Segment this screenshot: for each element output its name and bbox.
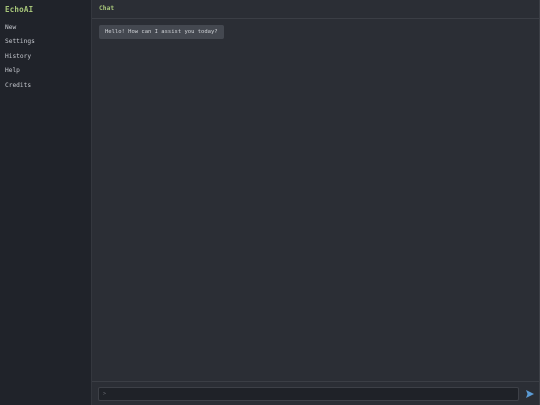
brand-title: EchoAI: [5, 5, 34, 14]
composer: [92, 381, 540, 405]
sidebar-item-history[interactable]: History: [5, 53, 31, 60]
sidebar-item-settings[interactable]: Settings: [5, 38, 35, 45]
sidebar-item-credits[interactable]: Credits: [5, 82, 31, 89]
send-arrow-icon: [526, 390, 534, 398]
chat-messages: Hello! How can I assist you today?: [92, 20, 540, 381]
message-input[interactable]: [98, 387, 519, 401]
app-window: EchoAI New Settings History Help Credits…: [0, 0, 540, 405]
main-panel: Chat Hello! How can I assist you today?: [92, 0, 540, 405]
sidebar: EchoAI New Settings History Help Credits: [0, 0, 92, 405]
assistant-message: Hello! How can I assist you today?: [99, 25, 224, 39]
send-button[interactable]: [524, 388, 536, 400]
sidebar-item-help[interactable]: Help: [5, 67, 20, 74]
chat-header: Chat: [92, 0, 540, 19]
sidebar-item-new[interactable]: New: [5, 24, 16, 31]
page-title: Chat: [99, 5, 115, 12]
